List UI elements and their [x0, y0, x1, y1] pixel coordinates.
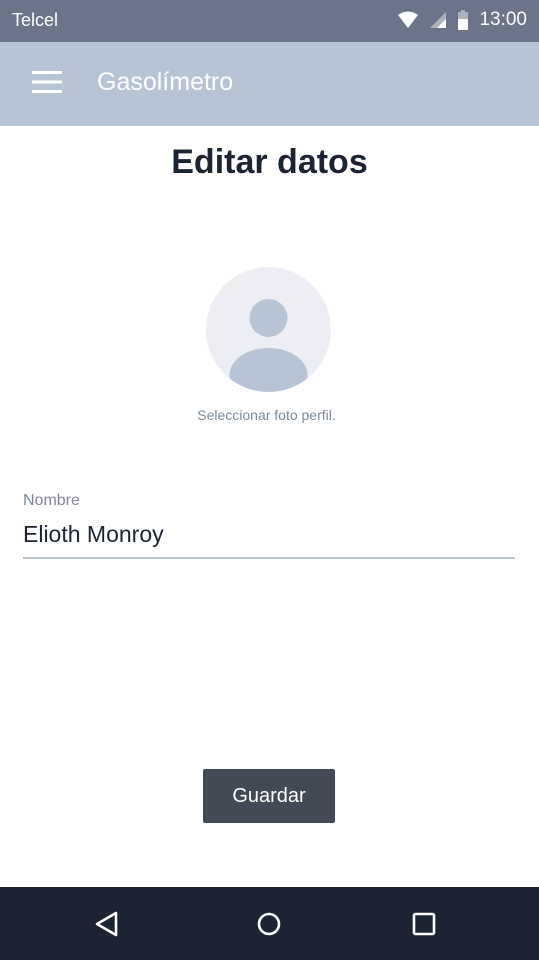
avatar-picker[interactable] [206, 267, 331, 392]
status-icons: 13:00 [397, 8, 527, 32]
clock: 13:00 [479, 9, 527, 30]
app-title: Gasolímetro [97, 68, 234, 96]
status-bar: Telcel 13:00 [0, 0, 539, 42]
navigation-bar [0, 887, 539, 960]
back-triangle-icon[interactable] [90, 907, 124, 941]
avatar-caption[interactable]: Seleccionar foto perfil. [0, 406, 533, 424]
home-circle-icon[interactable] [252, 907, 286, 941]
name-input[interactable] [23, 518, 515, 550]
wifi-icon [397, 11, 419, 29]
name-field-label: Nombre [23, 492, 80, 509]
carrier-name: Telcel [12, 10, 59, 30]
signal-icon [429, 11, 447, 29]
hamburger-menu-icon[interactable] [32, 70, 62, 94]
app-bar: Gasolímetro [0, 42, 539, 126]
recent-apps-square-icon[interactable] [407, 907, 441, 941]
person-placeholder-icon [206, 267, 331, 392]
save-button[interactable]: Guardar [203, 769, 335, 823]
battery-icon [457, 10, 469, 30]
name-field-underline [23, 557, 515, 559]
page-title: Editar datos [171, 143, 368, 181]
